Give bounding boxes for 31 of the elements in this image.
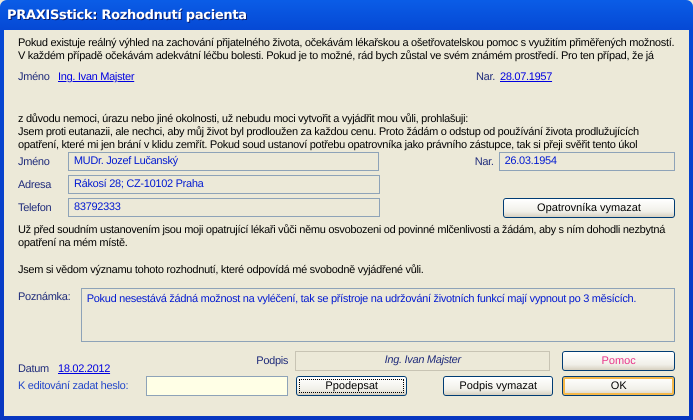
intro-paragraph: Pokud existuje reálný výhled na zachování přijatelného života, očekávám lékařskou a ošetřovatelskou pomoc s využitím přiměřených možností. V každém případě očekávám adekvátní léčbu bolesti. Pokud je to možné, rád bych zůstal ve svém známém prostředí. Pro ten případ, že já xyxy=(18,37,676,63)
signature-label: Podpis xyxy=(256,355,288,367)
confirmation-text: Jsem si vědom významu tohoto rozhodnutí, které odpovídá mé svobodně vyjádřené vůli. xyxy=(18,264,425,277)
text-field[interactable]: Rákosí 28; CZ-10102 Praha xyxy=(68,175,380,194)
field-label: Nar. xyxy=(476,71,496,83)
field-label: Telefon xyxy=(18,202,52,214)
clear-signature-button[interactable]: Podpis vymazat xyxy=(442,376,554,396)
clear-guardian-button[interactable]: Opatrovníka vymazat xyxy=(503,198,675,218)
field-label: Adresa xyxy=(18,178,52,190)
declaration-text: z důvodu nemoci, úrazu nebo jiné okolnosti, už nebudu moci vytvořit a vyjádřit mou vůli, prohlašuji: xyxy=(18,113,469,126)
sign-button[interactable]: Ppodepsat xyxy=(296,376,407,396)
date-link[interactable]: 18.02.2012 xyxy=(58,363,110,375)
signature-field: Ing. Ivan Majster xyxy=(295,351,550,371)
release-paragraph: Už před soudním ustanovením jsou moji opatrující lékaři vůči němu osvobozeni od povinné mlčenlivosti a žádám, aby s ním dohodli nezbytná opatření na mém místě. xyxy=(18,224,666,250)
field-label: Jméno xyxy=(18,71,51,83)
declaration-text: Jsem proti eutanazii, ale nechci, aby můj život byl prodloužen za každou cenu. Proto žádám o odstup od používání života prodlužujících opatření, které mi jen brání v klidu zemřít. Pokud soud ustanoví potřebu opatrovníka jako právního zástupce, tak si přeji svěřit tento úkol xyxy=(18,126,640,152)
help-button[interactable]: Pomoc xyxy=(562,351,675,371)
password-label: K editování zadat heslo: xyxy=(18,380,130,392)
birth-date-field[interactable]: 26.03.1954 xyxy=(498,152,675,171)
note-field[interactable]: Pokud nesestává žádná možnost na vyléčení, tak se přístroje na udržování životních funkcí mají vypnout po 3 měsících. xyxy=(80,288,675,342)
text-field[interactable]: MUDr. Jozef Lučanský xyxy=(68,152,379,171)
window-title: PRAXISstick: Rozhodnutí pacienta xyxy=(7,8,247,22)
field-label: Nar. xyxy=(474,156,495,168)
field-label: Jméno xyxy=(18,156,51,168)
birth-date-link[interactable]: 28.07.1957 xyxy=(500,71,552,83)
date-label: Datum xyxy=(18,363,50,375)
note-label: Poznámka: xyxy=(18,291,72,303)
text-field[interactable]: 83792333 xyxy=(68,198,380,217)
password-field[interactable] xyxy=(146,376,288,396)
patient-name-link[interactable]: Ing. Ivan Majster xyxy=(58,71,476,83)
ok-button[interactable]: OK xyxy=(562,376,675,396)
